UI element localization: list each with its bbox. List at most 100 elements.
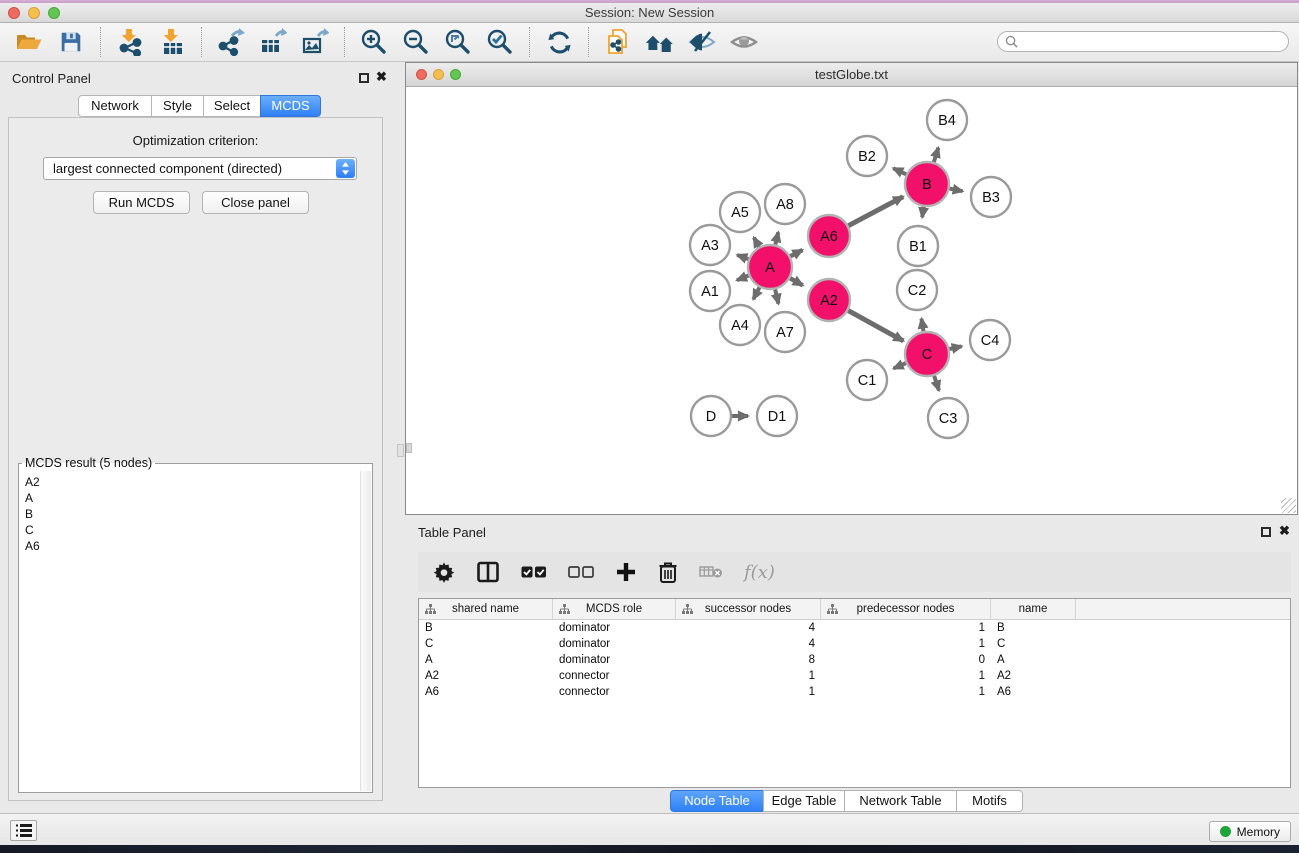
tab-network[interactable]: Network — [78, 95, 152, 117]
select-all-button[interactable] — [521, 565, 547, 579]
save-session-button[interactable] — [55, 26, 87, 58]
open-session-button[interactable] — [13, 26, 45, 58]
graph-node-A7[interactable]: A7 — [765, 312, 805, 352]
task-history-button[interactable] — [10, 820, 37, 841]
tab-motifs[interactable]: Motifs — [956, 790, 1023, 812]
delete-column-button[interactable] — [658, 561, 678, 583]
search-field[interactable] — [997, 31, 1289, 52]
result-scrollbar[interactable] — [360, 471, 371, 791]
graph-node-B[interactable]: B — [905, 162, 949, 206]
graph-node-C[interactable]: C — [905, 332, 949, 376]
table-row[interactable]: Adominator80A — [419, 652, 1290, 668]
table-cell[interactable]: B — [991, 620, 1076, 636]
graph-node-A4[interactable]: A4 — [720, 305, 760, 345]
zoom-fit-button[interactable] — [442, 26, 474, 58]
float-table-panel-icon[interactable] — [1261, 527, 1271, 537]
graph-edge-C-C4[interactable] — [949, 346, 961, 349]
close-panel-button[interactable]: Close panel — [202, 191, 309, 214]
graph-node-C1[interactable]: C1 — [847, 360, 887, 400]
graph-node-A3[interactable]: A3 — [690, 225, 730, 265]
result-item[interactable]: A2 — [25, 474, 359, 490]
graph-edge-A-A3[interactable] — [737, 255, 748, 259]
result-item[interactable]: A — [25, 490, 359, 506]
zoom-out-button[interactable] — [400, 26, 432, 58]
apply-layout-button[interactable] — [543, 26, 575, 58]
vertical-splitter-grip[interactable] — [397, 444, 404, 457]
import-network-button[interactable] — [114, 26, 146, 58]
network-window-titlebar[interactable]: testGlobe.txt — [406, 63, 1297, 87]
network-canvas[interactable]: B4B2BB3A8A5A6A3B1AC2A1A2A4A7C4CC1C3DD1 — [406, 87, 1297, 514]
toggle-panes-button[interactable] — [476, 560, 500, 584]
graph-node-B2[interactable]: B2 — [847, 136, 887, 176]
graph-edge-A-A5[interactable] — [754, 237, 759, 246]
table-cell[interactable]: B — [419, 620, 553, 636]
table-cell[interactable]: 1 — [676, 668, 821, 684]
export-network-button[interactable] — [215, 26, 247, 58]
export-image-button[interactable] — [299, 26, 331, 58]
graph-node-D[interactable]: D — [691, 396, 731, 436]
table-cell[interactable]: dominator — [553, 636, 676, 652]
result-item[interactable]: B — [25, 506, 359, 522]
table-row[interactable]: Bdominator41B — [419, 620, 1290, 636]
canvas-edge-grip[interactable] — [406, 443, 412, 453]
graph-node-A2[interactable]: A2 — [808, 279, 850, 321]
table-cell[interactable]: 1 — [676, 684, 821, 700]
graph-edge-B-B1[interactable] — [922, 207, 924, 218]
table-cell[interactable]: 0 — [821, 652, 991, 668]
search-input[interactable] — [1022, 33, 1288, 50]
criterion-dropdown[interactable]: largest connected component (directed) — [43, 157, 357, 180]
tab-edge-table[interactable]: Edge Table — [763, 790, 845, 812]
table-cell[interactable]: A2 — [991, 668, 1076, 684]
graph-edge-A6-B[interactable] — [848, 197, 903, 226]
graph-node-B3[interactable]: B3 — [971, 177, 1011, 217]
graph-node-A6[interactable]: A6 — [808, 215, 850, 257]
graph-edge-A-A6[interactable] — [790, 250, 802, 256]
column-header-successor-nodes[interactable]: successor nodes — [676, 599, 821, 620]
table-row[interactable]: A2connector11A2 — [419, 668, 1290, 684]
graph-node-A[interactable]: A — [748, 245, 792, 289]
graph-node-A5[interactable]: A5 — [720, 192, 760, 232]
table-cell[interactable]: 8 — [676, 652, 821, 668]
memory-button[interactable]: Memory — [1209, 821, 1291, 842]
table-cell[interactable]: 1 — [821, 684, 991, 700]
export-table-button[interactable] — [257, 26, 289, 58]
graph-edge-A-A8[interactable] — [775, 232, 778, 244]
graph-node-A8[interactable]: A8 — [765, 184, 805, 224]
graph-edge-B-B2[interactable] — [893, 168, 906, 174]
table-cell[interactable]: dominator — [553, 620, 676, 636]
function-builder-button[interactable]: f(x) — [744, 562, 775, 583]
table-cell[interactable]: 4 — [676, 620, 821, 636]
deselect-all-button[interactable] — [568, 565, 594, 579]
graph-node-B4[interactable]: B4 — [927, 100, 967, 140]
tab-node-table[interactable]: Node Table — [670, 790, 764, 812]
result-item[interactable]: C — [25, 522, 359, 538]
close-panel-icon[interactable]: ✖ — [376, 69, 387, 85]
table-row[interactable]: A6connector11A6 — [419, 684, 1290, 700]
table-settings-button[interactable] — [433, 561, 455, 583]
table-cell[interactable]: 4 — [676, 636, 821, 652]
show-graphics-details-button[interactable] — [728, 26, 760, 58]
table-cell[interactable]: C — [419, 636, 553, 652]
window-resize-grip[interactable] — [1281, 498, 1296, 513]
graph-edge-C-C1[interactable] — [894, 363, 906, 368]
table-cell[interactable]: 1 — [821, 620, 991, 636]
graph-node-C2[interactable]: C2 — [897, 270, 937, 310]
graph-edge-A2-C[interactable] — [848, 311, 903, 341]
graph-edge-A-A7[interactable] — [775, 289, 778, 303]
delete-table-button[interactable] — [699, 564, 723, 580]
table-cell[interactable]: A6 — [419, 684, 553, 700]
graph-edge-A-A4[interactable] — [753, 287, 759, 299]
table-cell[interactable]: connector — [553, 668, 676, 684]
clone-network-button[interactable] — [602, 26, 634, 58]
column-header-shared-name[interactable]: shared name — [419, 599, 553, 620]
graph-edge-C-C3[interactable] — [934, 376, 939, 391]
graph-edge-B-B4[interactable] — [934, 148, 938, 162]
graph-edge-C-C2[interactable] — [921, 319, 923, 332]
tab-style[interactable]: Style — [151, 95, 204, 117]
table-cell[interactable]: A6 — [991, 684, 1076, 700]
graph-edge-A-A2[interactable] — [790, 278, 803, 285]
table-cell[interactable]: A2 — [419, 668, 553, 684]
column-header-predecessor-nodes[interactable]: predecessor nodes — [821, 599, 991, 620]
zoom-selected-button[interactable] — [484, 26, 516, 58]
zoom-in-button[interactable] — [358, 26, 390, 58]
